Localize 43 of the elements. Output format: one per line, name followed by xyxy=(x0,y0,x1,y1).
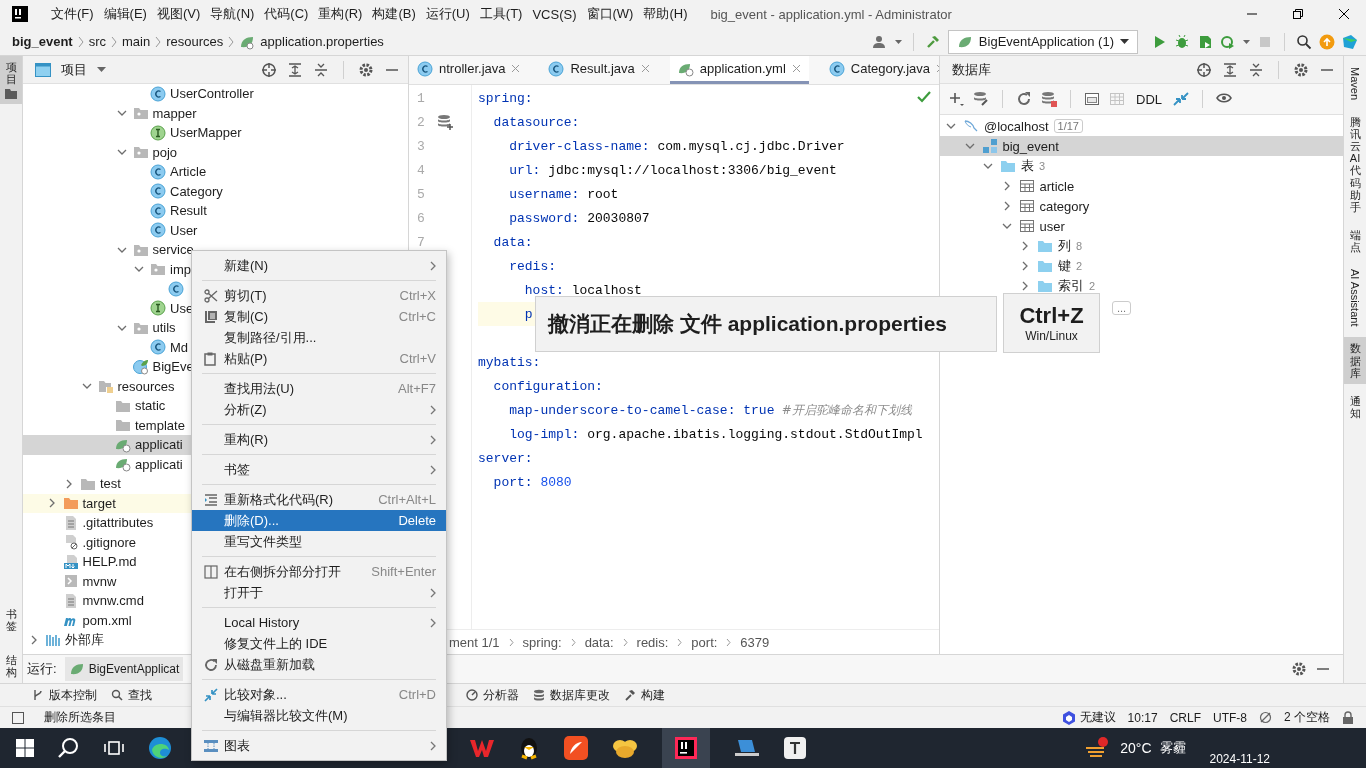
shortcut-text: Delete xyxy=(398,513,436,528)
platform-label: Win/Linux xyxy=(1025,329,1078,343)
code-line: username: root xyxy=(508,186,619,202)
code-line: server: xyxy=(478,450,533,466)
session-count-badge: 1/17 xyxy=(1053,119,1083,133)
panel-title: 数据库 xyxy=(952,60,991,79)
shortcut-text: Ctrl+D xyxy=(398,687,436,702)
item-count: 2 xyxy=(1076,260,1083,272)
code-line: map-underscore-to-camel-case: true #开启驼峰命名和下划线 xyxy=(508,401,912,419)
code-line: configuration: xyxy=(492,378,603,394)
run-label: 运行: xyxy=(27,660,57,678)
shortcut-keys: Ctrl+Z xyxy=(1019,303,1084,329)
shortcut-text: Ctrl+Alt+L xyxy=(378,492,436,507)
code-line: p xyxy=(523,306,533,322)
shortcut-text: Ctrl+V xyxy=(399,351,436,366)
code-line: log-impl: org.apache.ibatis.logging.stdout.StdOutImpl xyxy=(508,426,923,442)
code-line: host: localhost xyxy=(523,282,642,298)
line-number: 4 xyxy=(416,162,426,178)
item-count: 2 xyxy=(1089,280,1096,292)
window-title: big_event - application.yml - Administrator xyxy=(710,6,952,22)
code-line: datasource: xyxy=(492,114,580,130)
code-line: url: jdbc:mysql://localhost:3306/big_event xyxy=(508,162,837,178)
code-line: mybatis: xyxy=(478,354,541,370)
line-number: 7 xyxy=(416,234,426,250)
line-number: 1 xyxy=(416,90,426,106)
code-line: spring: xyxy=(478,90,533,106)
code-line: driver-class-name: com.mysql.cj.jdbc.Driver xyxy=(508,138,845,154)
line-number: 2 xyxy=(416,114,426,130)
item-count: 8 xyxy=(1076,240,1083,252)
line-number: 3 xyxy=(416,138,426,154)
line-number: 5 xyxy=(416,186,426,202)
code-line: data: xyxy=(492,234,533,250)
line-number: 6 xyxy=(416,210,426,226)
undo-message: 撤消正在删除 文件 application.properties xyxy=(548,311,948,337)
shortcut-text: Shift+Enter xyxy=(371,564,436,579)
code-line: password: 20030807 xyxy=(508,210,650,226)
status-message: 删除所选条目 xyxy=(44,709,116,726)
shortcut-text: Ctrl+C xyxy=(398,309,436,324)
code-line: port: 8080 xyxy=(492,474,572,490)
shortcut-text: Ctrl+X xyxy=(399,288,436,303)
code-line: redis: xyxy=(508,258,556,274)
shortcut-text: Alt+F7 xyxy=(398,381,436,396)
item-count: 3 xyxy=(1039,160,1046,172)
